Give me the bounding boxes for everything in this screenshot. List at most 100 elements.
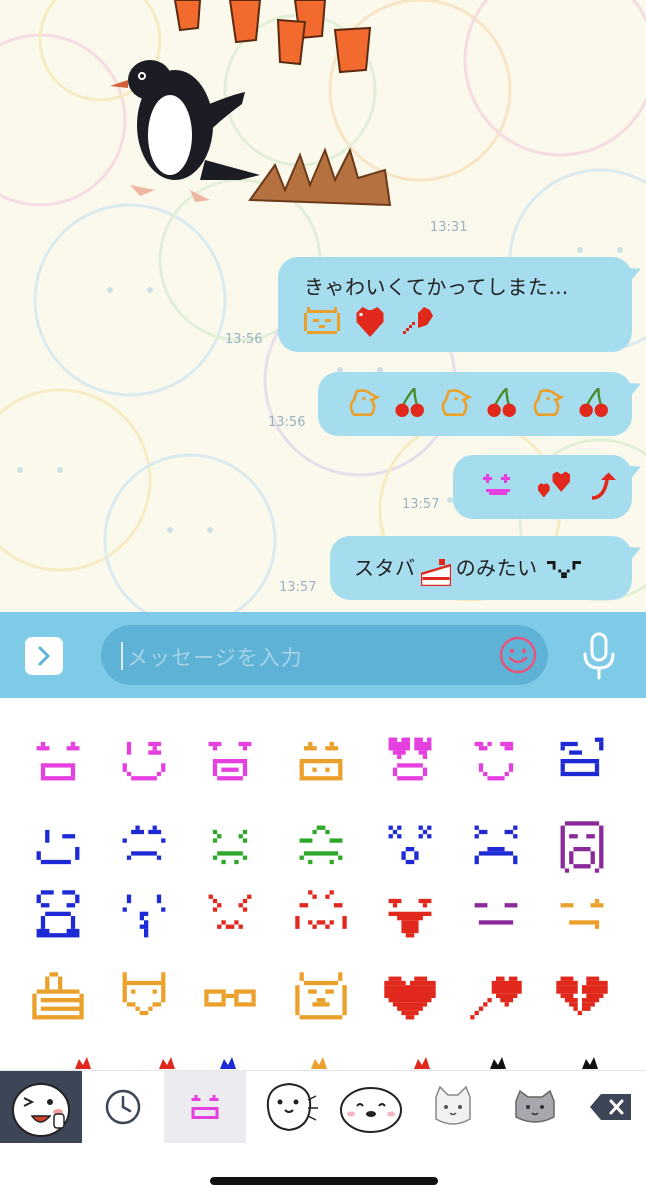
orange-spark-emoji[interactable]: [309, 1054, 329, 1069]
angry-face-emoji-glyph: [474, 825, 518, 865]
scream-face-emoji[interactable]: [552, 817, 612, 877]
delete-key[interactable]: [576, 1071, 646, 1143]
emoji-tab[interactable]: [164, 1071, 246, 1143]
red-triangle-emoji[interactable]: [157, 1054, 177, 1069]
message-bubble[interactable]: [318, 372, 632, 436]
crying-face-emoji[interactable]: [28, 886, 88, 946]
love-face-emoji[interactable]: [466, 729, 526, 789]
worried-face-emoji-glyph: [299, 825, 343, 865]
wink-face-emoji-glyph: [122, 741, 166, 781]
sweat-face-emoji-glyph: [560, 737, 604, 777]
chick-emoji: [533, 389, 564, 416]
message-text: スタバ: [354, 556, 416, 580]
black-face-emoji[interactable]: [488, 1054, 508, 1069]
unamused-face-emoji[interactable]: [552, 886, 612, 946]
cat-face-emoji: [304, 307, 340, 334]
heart-small-emoji[interactable]: [73, 1054, 93, 1069]
penguin-sticker[interactable]: [100, 0, 400, 215]
love-face-emoji-glyph: [474, 741, 514, 781]
emoji-smiley-icon[interactable]: [498, 635, 538, 675]
meh-face-emoji-glyph: [474, 903, 518, 925]
thumbs-up-emoji[interactable]: [28, 968, 88, 1028]
timestamp: 13:56: [268, 415, 306, 430]
chat-area: 13:31 きゃわいくてかってしまた… 13:56 13:56 13:57 スタ…: [0, 0, 646, 612]
tired-face-emoji[interactable]: [200, 817, 260, 877]
sad-face-emoji-glyph: [122, 825, 166, 860]
home-indicator: [210, 1177, 438, 1185]
fox-face-emoji[interactable]: [114, 968, 174, 1028]
message-bubble[interactable]: きゃわいくてかってしまた…: [278, 257, 632, 352]
timestamp: 13:56: [225, 332, 263, 347]
cat-emoji-glyph: [295, 972, 347, 1020]
chevron-right-icon: [38, 646, 50, 666]
recent-tab[interactable]: [82, 1071, 164, 1143]
broken-heart-emoji[interactable]: [552, 968, 612, 1028]
chick-emoji: [441, 389, 472, 416]
message-bubble[interactable]: [453, 455, 632, 519]
seal-sticker-tab-1[interactable]: [248, 1071, 330, 1143]
character-sticker-icon: [12, 1083, 70, 1137]
cherry-emoji: [395, 388, 424, 417]
drool-face-emoji-glyph: [122, 894, 166, 938]
fox-face-emoji-glyph: [122, 972, 166, 1016]
timestamp: 13:31: [430, 220, 468, 235]
message-input-bar: メッセージを入力: [0, 612, 646, 698]
meh-face-emoji[interactable]: [466, 886, 526, 946]
message-text: のみたい: [455, 556, 538, 580]
arrow-heart-emoji-glyph: [470, 976, 522, 1020]
sweat-face-emoji[interactable]: [552, 729, 612, 789]
seal-sticker-tab-2[interactable]: [330, 1071, 412, 1143]
sad-face-emoji[interactable]: [114, 817, 174, 877]
cherry-emoji: [487, 388, 516, 417]
cat-emoji[interactable]: [291, 968, 351, 1028]
grin-face-emoji-glyph: [208, 741, 252, 781]
seal-sticker-icon: [266, 1082, 318, 1132]
x-face-emoji-glyph: [208, 894, 252, 929]
message-bubble[interactable]: スタバ のみたい: [330, 536, 632, 600]
black-face-emoji-glyph: [490, 1057, 506, 1069]
microphone-icon[interactable]: [580, 632, 618, 682]
up-arrow-emoji: [592, 472, 617, 500]
cat-sticker-tab-2[interactable]: [494, 1071, 576, 1143]
cake-emoji: [420, 558, 451, 586]
tongue-face-emoji[interactable]: [380, 886, 440, 946]
black-mark-emoji[interactable]: [580, 1054, 600, 1069]
keyboard-tab-bar: [0, 1070, 646, 1143]
cherry-emoji: [579, 388, 608, 417]
crying-face-emoji-glyph: [36, 890, 80, 938]
red-triangle-emoji-glyph: [159, 1057, 175, 1069]
heart-eyes-emoji-glyph: [388, 737, 432, 781]
drool-face-emoji[interactable]: [114, 886, 174, 946]
recent-icon: [105, 1089, 141, 1125]
x-face-emoji[interactable]: [200, 886, 260, 946]
profile-sticker-tab[interactable]: [0, 1071, 82, 1143]
arrow-heart-emoji[interactable]: [466, 968, 526, 1028]
bored-face-emoji[interactable]: [291, 729, 351, 789]
wink-face-emoji[interactable]: [114, 729, 174, 789]
flat-face-emoji[interactable]: [28, 729, 88, 789]
smug-face-emoji[interactable]: [28, 817, 88, 877]
heart-eyes-emoji[interactable]: [380, 729, 440, 789]
red-number-emoji[interactable]: [412, 1054, 432, 1069]
emoji-face-icon: [191, 1095, 219, 1119]
red-number-emoji-glyph: [414, 1057, 430, 1069]
flat-face-emoji-glyph: [36, 741, 80, 781]
red-heart-emoji[interactable]: [380, 968, 440, 1028]
blue-swoosh-emoji[interactable]: [218, 1054, 238, 1069]
backspace-icon: [590, 1094, 631, 1120]
worried-face-emoji[interactable]: [291, 817, 351, 877]
sparkle-eyes-emoji: [483, 474, 510, 495]
expand-menu-button[interactable]: [25, 637, 63, 675]
grin-face-emoji[interactable]: [200, 729, 260, 789]
frustrated-face-emoji[interactable]: [291, 886, 351, 946]
cat-sticker-tab-1[interactable]: [412, 1071, 494, 1143]
red-heart-emoji-glyph: [384, 976, 436, 1020]
glasses-face-emoji[interactable]: [200, 968, 260, 1028]
tongue-face-emoji-glyph: [388, 898, 432, 938]
dizzy-face-emoji[interactable]: [380, 817, 440, 877]
white-cat-icon: [435, 1085, 471, 1125]
message-input[interactable]: メッセージを入力: [101, 625, 548, 685]
smirk-face-emoji: [546, 560, 581, 578]
blue-swoosh-emoji-glyph: [220, 1057, 236, 1069]
angry-face-emoji[interactable]: [466, 817, 526, 877]
